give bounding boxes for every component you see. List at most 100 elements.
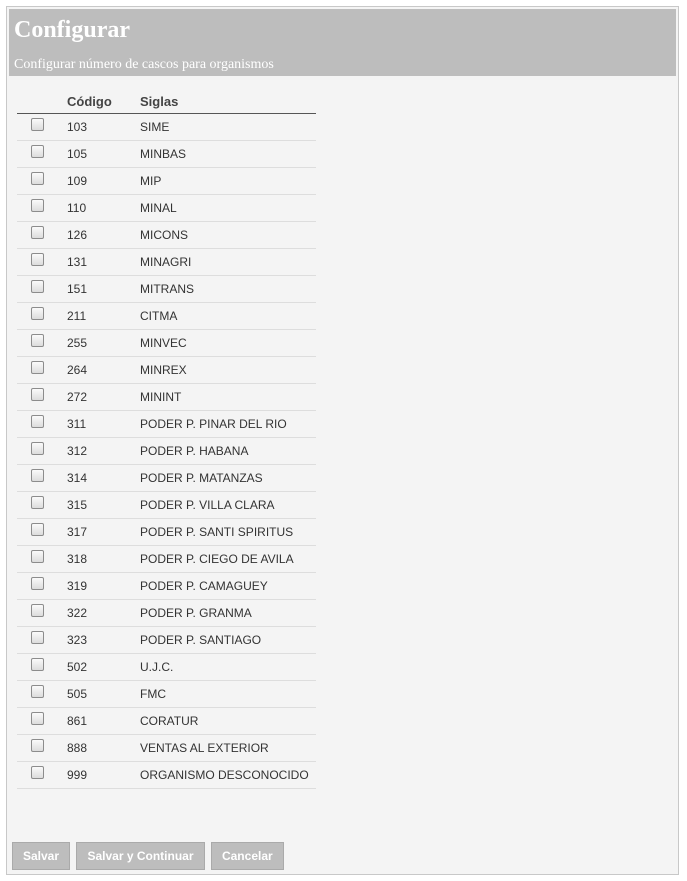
codigo-cell: 999 bbox=[67, 761, 140, 789]
save-continue-button[interactable]: Salvar y Continuar bbox=[76, 842, 205, 870]
row-checkbox[interactable] bbox=[31, 280, 44, 294]
cancel-button[interactable]: Cancelar bbox=[210, 842, 284, 870]
table-row[interactable]: 314 PODER P. MATANZAS bbox=[17, 464, 316, 492]
codigo-cell: 888 bbox=[67, 734, 140, 762]
codigo-cell: 109 bbox=[67, 167, 140, 195]
siglas-cell: MINVEC bbox=[140, 329, 316, 357]
row-checkbox[interactable] bbox=[31, 550, 44, 564]
row-checkbox-cell bbox=[17, 194, 67, 222]
table-row[interactable]: 255 MINVEC bbox=[17, 329, 316, 357]
table-row[interactable]: 502 U.J.C. bbox=[17, 653, 316, 681]
table-row[interactable]: 888 VENTAS AL EXTERIOR bbox=[17, 734, 316, 762]
siglas-cell: VENTAS AL EXTERIOR bbox=[140, 734, 316, 762]
row-checkbox[interactable] bbox=[31, 226, 44, 240]
siglas-cell: MINREX bbox=[140, 356, 316, 384]
siglas-cell: MITRANS bbox=[140, 275, 316, 303]
siglas-cell: CORATUR bbox=[140, 707, 316, 735]
row-checkbox[interactable] bbox=[31, 253, 44, 267]
table-row[interactable]: 323 PODER P. SANTIAGO bbox=[17, 626, 316, 654]
row-checkbox[interactable] bbox=[31, 361, 44, 375]
column-header-siglas[interactable]: Siglas bbox=[140, 89, 316, 114]
codigo-cell: 322 bbox=[67, 599, 140, 627]
table-row[interactable]: 103 SIME bbox=[17, 113, 316, 141]
row-checkbox-cell bbox=[17, 329, 67, 357]
save-button[interactable]: Salvar bbox=[12, 842, 71, 870]
row-checkbox[interactable] bbox=[31, 172, 44, 186]
row-checkbox-cell bbox=[17, 653, 67, 681]
row-checkbox[interactable] bbox=[31, 604, 44, 618]
table-row[interactable]: 319 PODER P. CAMAGUEY bbox=[17, 572, 316, 600]
codigo-cell: 505 bbox=[67, 680, 140, 708]
table-row[interactable]: 131 MINAGRI bbox=[17, 248, 316, 276]
row-checkbox-cell bbox=[17, 167, 67, 195]
page-title: Configurar bbox=[14, 17, 130, 43]
row-checkbox[interactable] bbox=[31, 415, 44, 429]
row-checkbox[interactable] bbox=[31, 658, 44, 672]
siglas-cell: MINBAS bbox=[140, 140, 316, 168]
table-row[interactable]: 109 MIP bbox=[17, 167, 316, 195]
row-checkbox[interactable] bbox=[31, 766, 44, 780]
row-checkbox[interactable] bbox=[31, 199, 44, 213]
table-row[interactable]: 211 CITMA bbox=[17, 302, 316, 330]
table-row[interactable]: 322 PODER P. GRANMA bbox=[17, 599, 316, 627]
row-checkbox-cell bbox=[17, 734, 67, 762]
row-checkbox[interactable] bbox=[31, 307, 44, 321]
row-checkbox[interactable] bbox=[31, 523, 44, 537]
codigo-cell: 315 bbox=[67, 491, 140, 519]
row-checkbox-cell bbox=[17, 410, 67, 438]
siglas-cell: PODER P. SANTI SPIRITUS bbox=[140, 518, 316, 546]
row-checkbox[interactable] bbox=[31, 334, 44, 348]
siglas-cell: PODER P. PINAR DEL RIO bbox=[140, 410, 316, 438]
codigo-cell: 103 bbox=[67, 113, 140, 141]
table-row[interactable]: 315 PODER P. VILLA CLARA bbox=[17, 491, 316, 519]
row-checkbox[interactable] bbox=[31, 739, 44, 753]
codigo-cell: 211 bbox=[67, 302, 140, 330]
siglas-cell: SIME bbox=[140, 113, 316, 141]
row-checkbox[interactable] bbox=[31, 712, 44, 726]
codigo-cell: 323 bbox=[67, 626, 140, 654]
row-checkbox[interactable] bbox=[31, 631, 44, 645]
row-checkbox[interactable] bbox=[31, 118, 44, 132]
codigo-cell: 255 bbox=[67, 329, 140, 357]
row-checkbox[interactable] bbox=[31, 496, 44, 510]
table-header-row: Código Siglas bbox=[17, 89, 316, 114]
siglas-cell: MIP bbox=[140, 167, 316, 195]
siglas-cell: PODER P. CAMAGUEY bbox=[140, 572, 316, 600]
row-checkbox[interactable] bbox=[31, 469, 44, 483]
table-row[interactable]: 312 PODER P. HABANA bbox=[17, 437, 316, 465]
table-row[interactable]: 505 FMC bbox=[17, 680, 316, 708]
siglas-cell: PODER P. CIEGO DE AVILA bbox=[140, 545, 316, 573]
column-header-codigo[interactable]: Código bbox=[67, 89, 140, 114]
table-row[interactable]: 126 MICONS bbox=[17, 221, 316, 249]
table-row[interactable]: 264 MINREX bbox=[17, 356, 316, 384]
siglas-cell: MININT bbox=[140, 383, 316, 411]
siglas-cell: U.J.C. bbox=[140, 653, 316, 681]
row-checkbox[interactable] bbox=[31, 577, 44, 591]
table-row[interactable]: 311 PODER P. PINAR DEL RIO bbox=[17, 410, 316, 438]
action-bar: Salvar Salvar y Continuar Cancelar bbox=[12, 842, 286, 870]
table-row[interactable]: 272 MININT bbox=[17, 383, 316, 411]
row-checkbox[interactable] bbox=[31, 442, 44, 456]
table-row[interactable]: 151 MITRANS bbox=[17, 275, 316, 303]
siglas-cell: PODER P. MATANZAS bbox=[140, 464, 316, 492]
row-checkbox[interactable] bbox=[31, 685, 44, 699]
row-checkbox[interactable] bbox=[31, 145, 44, 159]
row-checkbox-cell bbox=[17, 491, 67, 519]
table-row[interactable]: 110 MINAL bbox=[17, 194, 316, 222]
row-checkbox-cell bbox=[17, 680, 67, 708]
row-checkbox-cell bbox=[17, 248, 67, 276]
row-checkbox-cell bbox=[17, 761, 67, 789]
table-row[interactable]: 318 PODER P. CIEGO DE AVILA bbox=[17, 545, 316, 573]
config-panel: Configurar Configurar número de cascos p… bbox=[6, 6, 679, 875]
siglas-cell: PODER P. SANTIAGO bbox=[140, 626, 316, 654]
siglas-cell: PODER P. VILLA CLARA bbox=[140, 491, 316, 519]
row-checkbox[interactable] bbox=[31, 388, 44, 402]
siglas-cell: MINAL bbox=[140, 194, 316, 222]
row-checkbox-cell bbox=[17, 221, 67, 249]
codigo-cell: 110 bbox=[67, 194, 140, 222]
table-row[interactable]: 317 PODER P. SANTI SPIRITUS bbox=[17, 518, 316, 546]
codigo-cell: 318 bbox=[67, 545, 140, 573]
table-row[interactable]: 861 CORATUR bbox=[17, 707, 316, 735]
table-row[interactable]: 999 ORGANISMO DESCONOCIDO bbox=[17, 761, 316, 789]
table-row[interactable]: 105 MINBAS bbox=[17, 140, 316, 168]
